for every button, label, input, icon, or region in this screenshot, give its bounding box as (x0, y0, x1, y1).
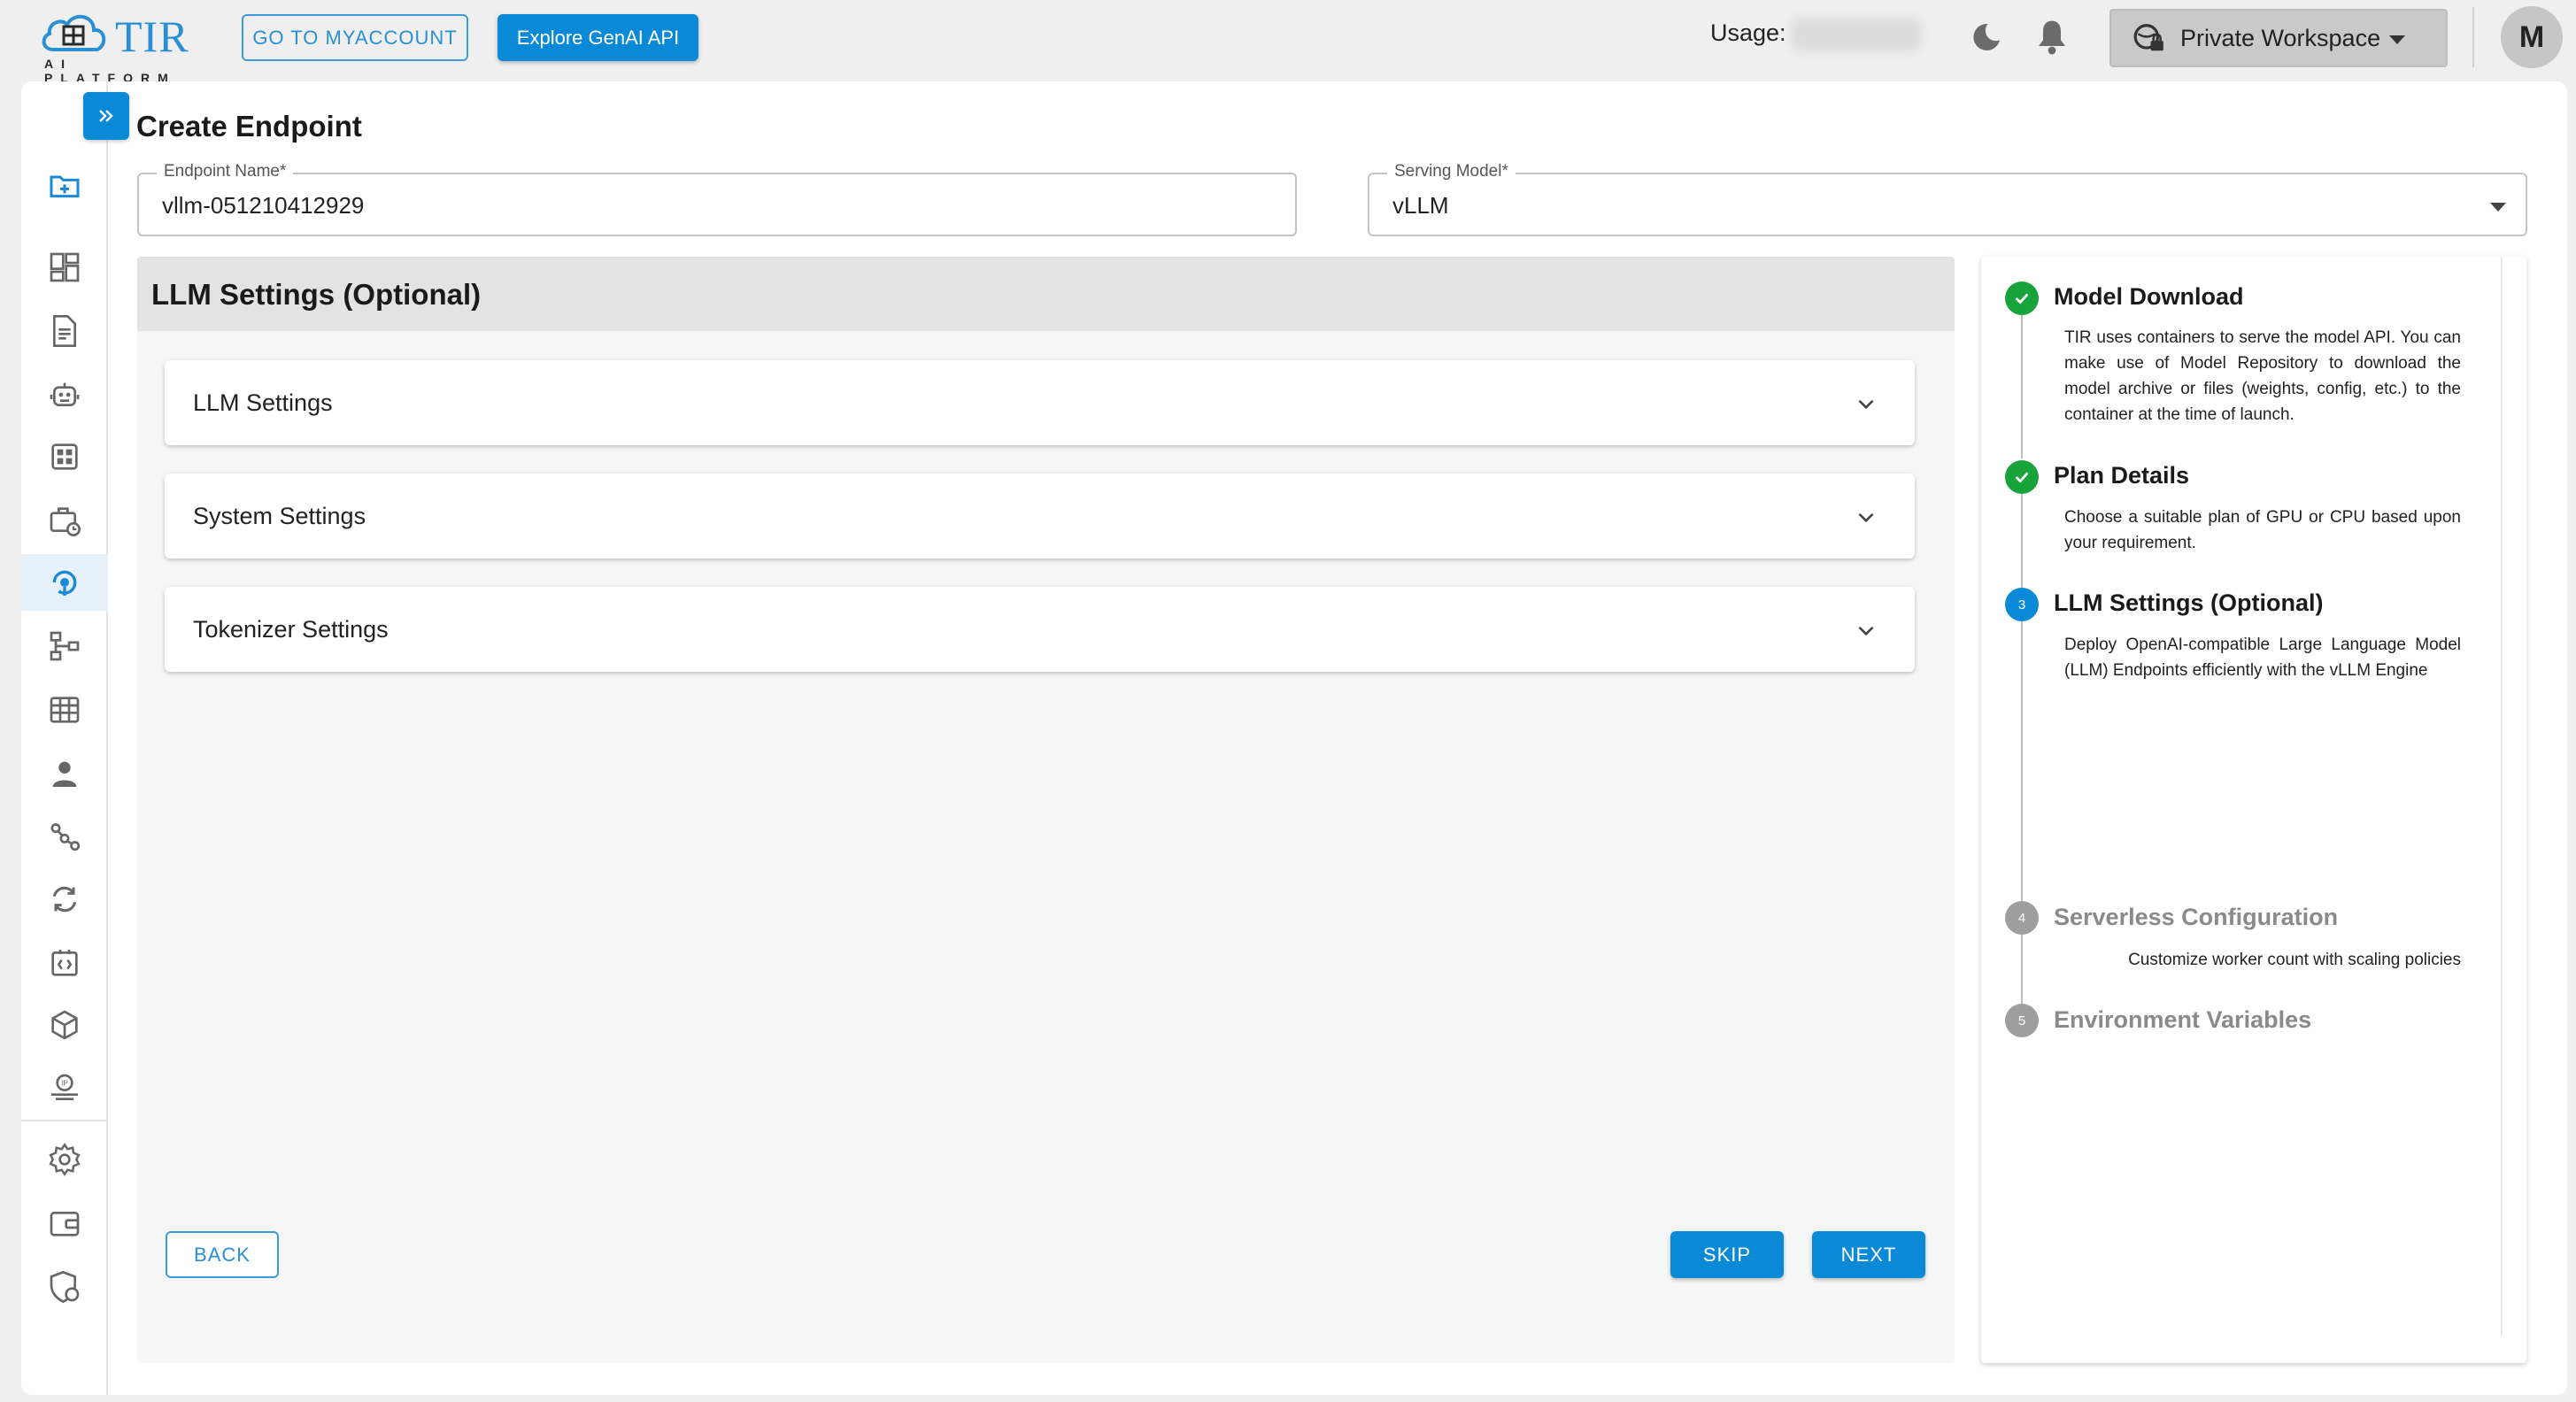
skip-button[interactable]: SKIP (1670, 1231, 1784, 1278)
sidebar-item-apps[interactable] (21, 428, 108, 485)
endpoint-name-field[interactable]: Endpoint Name* vllm-051210412929 (137, 162, 1297, 236)
sidebar-item-projects[interactable] (21, 158, 108, 214)
cloud-logo-icon (42, 15, 106, 51)
sidebar-item-billing[interactable] (21, 1195, 108, 1252)
step-complete-icon (2005, 460, 2039, 494)
inference-icon (52, 570, 77, 596)
sidebar-item-reserved-ip[interactable]: IP (21, 1060, 108, 1117)
double-chevron-right-icon (99, 110, 113, 122)
page-title: Create Endpoint (136, 110, 362, 143)
share-nodes-icon (50, 823, 81, 851)
sidebar-item-pipelines[interactable] (21, 618, 108, 674)
settings-icon (49, 1143, 81, 1176)
step-title: LLM Settings (Optional) (2054, 589, 2324, 616)
usage-label: Usage: (1710, 19, 1786, 46)
dark-mode-icon[interactable] (1969, 19, 2004, 55)
code-file-icon (51, 950, 78, 976)
shield-coin-icon (50, 1270, 80, 1304)
brand-title: TIR (115, 12, 189, 61)
panel-title: LLM Settings (Optional) (151, 278, 482, 311)
robot-icon (50, 382, 80, 406)
step-complete-icon (2005, 281, 2039, 315)
svg-text:IP: IP (61, 1079, 68, 1088)
workspace-selector[interactable]: Private Workspace (2109, 9, 2448, 67)
endpoint-name-value: vllm-051210412929 (162, 192, 365, 219)
dashboard-icon (50, 252, 80, 282)
sidebar-item-sync[interactable] (21, 871, 108, 928)
accordion-system-settings[interactable]: System Settings (165, 474, 1915, 558)
workspace-globe-lock-icon (2133, 24, 2163, 51)
folder-add-icon (50, 175, 80, 198)
grid-icon (51, 443, 78, 470)
sidebar-item-api-tokens[interactable] (21, 935, 108, 991)
chevron-down-icon (1858, 512, 1874, 523)
serving-model-label: Serving Model* (1387, 162, 1516, 181)
briefcase-clock-icon (50, 507, 81, 536)
serving-model-value: vLLM (1392, 192, 1449, 219)
accordion-llm-settings[interactable]: LLM Settings (165, 360, 1915, 445)
accordion-label: LLM Settings (193, 389, 333, 416)
step-number-badge: 5 (2005, 1004, 2039, 1037)
step-description: Deploy OpenAI-compatible Large Language … (2064, 636, 2461, 680)
workspace-label: Private Workspace (2180, 24, 2381, 51)
accordion-tokenizer-settings[interactable]: Tokenizer Settings (165, 587, 1915, 672)
user-avatar[interactable]: M (2501, 6, 2563, 68)
step-title: Serverless Configuration (2054, 904, 2339, 930)
caret-down-icon (2490, 203, 2506, 212)
step-number-badge: 4 (2005, 901, 2039, 935)
user-icon (52, 761, 77, 787)
accordion-label: Tokenizer Settings (193, 616, 389, 643)
step-title: Model Download (2054, 283, 2244, 310)
sidebar-item-notebooks[interactable] (21, 303, 108, 359)
usage-value-redacted (1792, 18, 1921, 51)
serving-model-select[interactable]: Serving Model* vLLM (1368, 162, 2527, 236)
sidebar-item-agents[interactable] (21, 366, 108, 423)
chevron-down-icon (1858, 626, 1874, 636)
stepper-connector (2021, 315, 2023, 458)
sidebar-item-users[interactable] (21, 745, 108, 802)
document-icon (53, 315, 76, 347)
step-title: Environment Variables (2054, 1006, 2312, 1033)
sidebar-item-datasets[interactable] (21, 682, 108, 738)
sync-icon (52, 886, 77, 913)
go-to-myaccount-button[interactable]: GO TO MYACCOUNT (242, 14, 468, 61)
step-title: Plan Details (2054, 462, 2190, 489)
sidebar-item-security[interactable] (21, 1259, 108, 1315)
next-button[interactable]: NEXT (1812, 1231, 1925, 1278)
sidebar-item-dashboard[interactable] (21, 239, 108, 296)
step-number-badge: 3 (2005, 588, 2039, 621)
stepper-connector (2021, 935, 2023, 1005)
chevron-down-icon (1858, 399, 1874, 410)
notification-bell-icon[interactable] (2034, 18, 2070, 57)
sidebar-item-integrations[interactable] (21, 807, 108, 864)
stepper-scroll-track (2501, 257, 2503, 1337)
header-divider (2472, 7, 2474, 67)
stepper-connector (2021, 621, 2023, 903)
step-description: Customize worker count with scaling poli… (2128, 951, 2461, 969)
sidebar-expand-button[interactable] (83, 92, 129, 140)
sidebar-item-training-jobs[interactable] (21, 492, 108, 549)
wallet-icon (50, 1212, 80, 1236)
step-description: TIR uses containers to serve the model A… (2064, 328, 2461, 424)
sidebar-item-containers[interactable] (21, 997, 108, 1053)
top-bar: TIR AI PLATFORM GO TO MYACCOUNT Explore … (0, 0, 2576, 85)
explore-genai-api-button[interactable]: Explore GenAI API (497, 14, 698, 61)
pipeline-icon (50, 631, 80, 661)
stepper-connector (2021, 494, 2023, 589)
table-icon (50, 697, 80, 723)
accordion-label: System Settings (193, 503, 366, 529)
cube-icon (51, 1010, 78, 1040)
tir-logo[interactable]: TIR AI PLATFORM (37, 7, 205, 85)
step-description: Choose a suitable plan of GPU or CPU bas… (2064, 508, 2461, 552)
back-button[interactable]: BACK (166, 1231, 279, 1278)
sidebar-item-settings[interactable] (21, 1131, 108, 1188)
ip-monitor-icon: IP (51, 1074, 78, 1100)
endpoint-name-label: Endpoint Name* (157, 162, 294, 181)
sidebar-divider (21, 1120, 108, 1121)
sidebar-item-inference[interactable] (21, 554, 108, 611)
caret-down-icon (2389, 35, 2405, 44)
